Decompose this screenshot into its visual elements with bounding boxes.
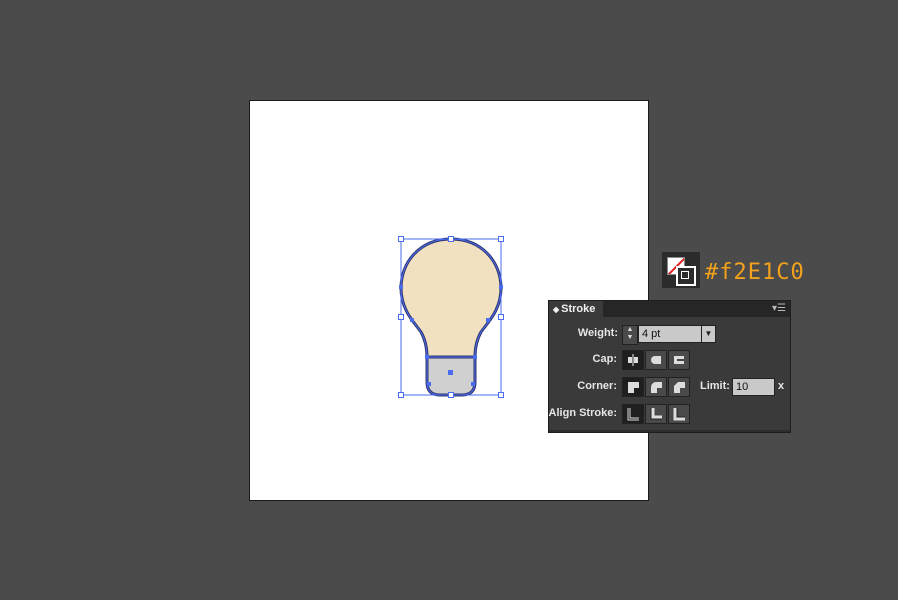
hex-color-annotation: #f2E1C0: [705, 260, 805, 285]
round-cap-button[interactable]: [645, 350, 667, 370]
panel-collapse-icon[interactable]: ◆: [553, 305, 559, 314]
limit-input[interactable]: 10: [732, 378, 775, 396]
stroke-white-icon[interactable]: [676, 266, 696, 286]
stroke-panel-tab[interactable]: ◆ Stroke: [549, 301, 603, 317]
panel-menu-icon[interactable]: ▾☰: [772, 303, 786, 314]
align-outside-button[interactable]: [668, 404, 690, 424]
corner-row: Corner: Limit: 10 x: [549, 377, 790, 397]
align-stroke-label: Align Stroke:: [548, 407, 617, 419]
round-join-icon: [651, 382, 662, 393]
butt-cap-icon: [628, 354, 638, 366]
miter-join-icon: [628, 382, 639, 393]
align-stroke-row: Align Stroke:: [549, 404, 790, 424]
bevel-join-icon: [674, 382, 685, 393]
bulb-glass-shape[interactable]: [399, 237, 503, 359]
stroke-panel-title: Stroke: [561, 303, 596, 315]
butt-cap-button[interactable]: [622, 350, 644, 370]
limit-unit: x: [778, 380, 785, 392]
bevel-join-button[interactable]: [668, 377, 690, 397]
round-cap-icon: [651, 356, 661, 364]
cap-label: Cap:: [592, 353, 617, 365]
weight-label: Weight:: [577, 327, 618, 339]
projecting-cap-icon: [674, 356, 684, 364]
miter-join-button[interactable]: [622, 377, 644, 397]
bulb-base-shape[interactable]: [425, 355, 477, 397]
align-center-button[interactable]: [622, 404, 644, 424]
align-inside-button[interactable]: [645, 404, 667, 424]
limit-label: Limit:: [700, 380, 730, 392]
stroke-panel: ◆ Stroke ▾☰ Weight: ▲ ▼ 4 pt ▼ Cap: Corner…: [548, 300, 791, 433]
align-outside-icon: [673, 408, 685, 421]
weight-row: Weight: ▲ ▼ 4 pt ▼: [549, 324, 790, 345]
cap-row: Cap:: [549, 350, 790, 370]
align-center-icon: [627, 408, 639, 421]
corner-label: Corner:: [577, 380, 617, 392]
align-inside-icon: [650, 408, 662, 420]
round-join-button[interactable]: [645, 377, 667, 397]
fill-stroke-swatch[interactable]: [662, 252, 700, 288]
weight-stepper-icon[interactable]: ▲ ▼: [622, 325, 638, 345]
weight-input[interactable]: 4 pt: [638, 325, 703, 343]
projecting-cap-button[interactable]: [668, 350, 690, 370]
weight-dropdown-icon[interactable]: ▼: [701, 325, 716, 343]
